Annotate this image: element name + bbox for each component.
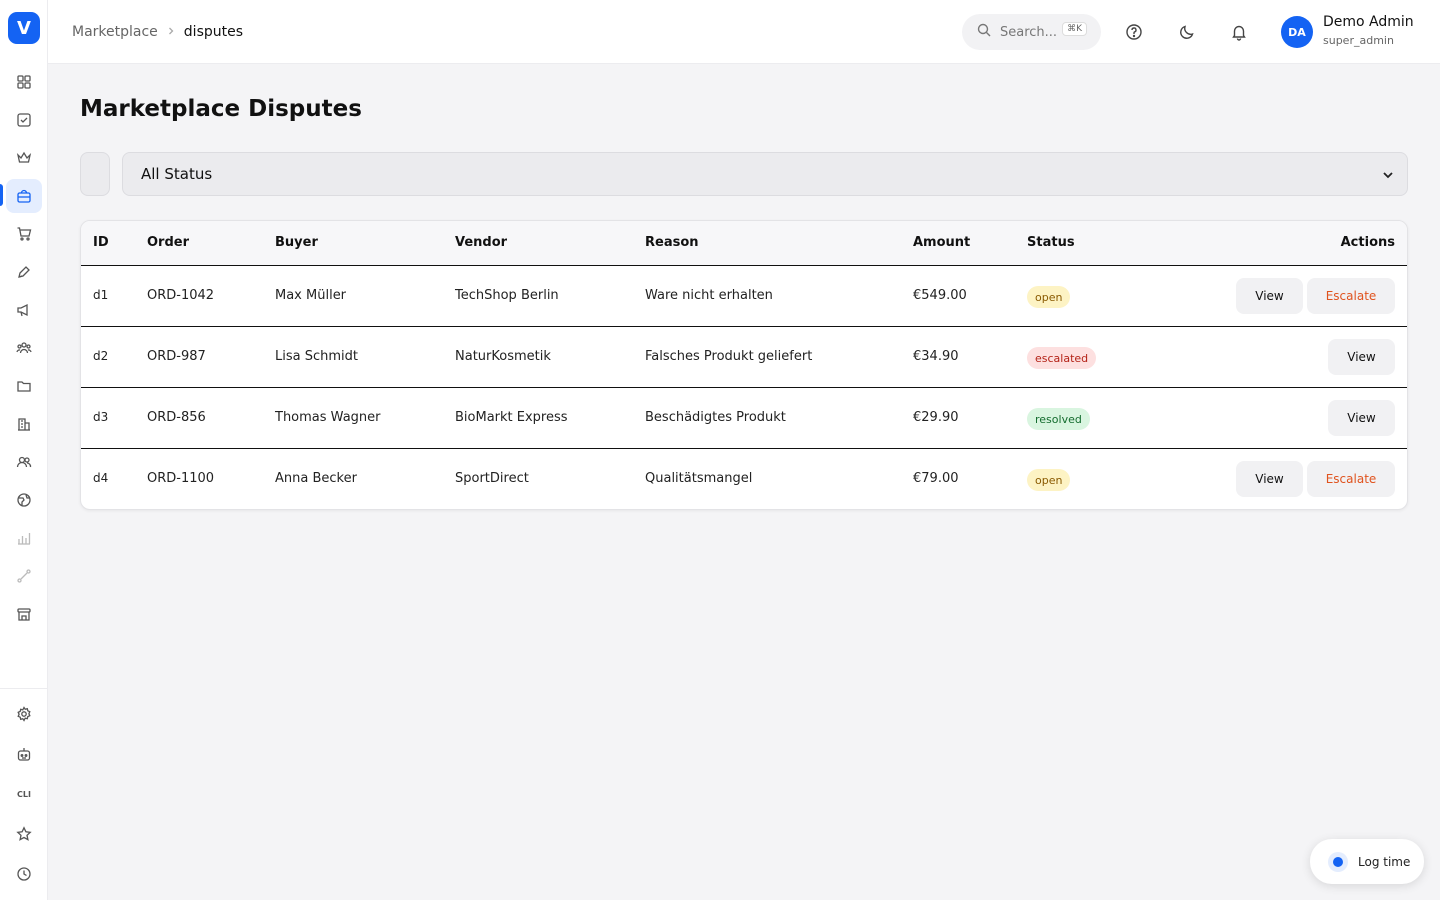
breadcrumb-current: disputes bbox=[183, 24, 244, 40]
search-placeholder: Search... bbox=[1000, 24, 1058, 40]
user-role: super_admin bbox=[1323, 34, 1394, 47]
clock-icon[interactable] bbox=[6, 857, 42, 891]
cell-order: ORD-987 bbox=[147, 349, 206, 364]
filter-toggle-button[interactable] bbox=[80, 152, 110, 196]
cell-amount: €34.90 bbox=[913, 349, 959, 364]
cell-reason: Falsches Produkt geliefert bbox=[645, 349, 813, 364]
cell-buyer: Anna Becker bbox=[275, 471, 357, 486]
cart-icon[interactable] bbox=[6, 217, 42, 251]
store-icon[interactable] bbox=[6, 597, 42, 631]
cell-reason: Beschädigtes Produkt bbox=[645, 410, 786, 425]
route-icon[interactable] bbox=[6, 559, 42, 593]
table-row: d1 ORD-1042 Max Müller TechShop Berlin W… bbox=[81, 266, 1407, 327]
status-badge: open bbox=[1027, 469, 1071, 491]
dashboard-icon[interactable] bbox=[6, 65, 42, 99]
cell-reason: Ware nicht erhalten bbox=[645, 288, 773, 303]
table-row: d2 ORD-987 Lisa Schmidt NaturKosmetik Fa… bbox=[81, 327, 1407, 388]
top-header: Marketplace disputes Search... ⌘K DA Dem… bbox=[48, 0, 1440, 64]
bot-icon[interactable] bbox=[6, 737, 42, 771]
bell-icon[interactable] bbox=[1227, 20, 1251, 44]
status-filter-value: All Status bbox=[141, 165, 213, 183]
cell-buyer: Thomas Wagner bbox=[275, 410, 381, 425]
status-badge: open bbox=[1027, 286, 1071, 308]
cell-vendor: TechShop Berlin bbox=[455, 288, 559, 303]
active-indicator bbox=[0, 184, 3, 206]
log-time-button[interactable]: Log time bbox=[1310, 839, 1424, 884]
table-row: d3 ORD-856 Thomas Wagner BioMarkt Expres… bbox=[81, 388, 1407, 449]
column-header-reason: Reason bbox=[645, 235, 699, 250]
cell-id: d2 bbox=[93, 349, 109, 363]
view-button[interactable]: View bbox=[1328, 339, 1395, 375]
chevron-right-icon bbox=[166, 25, 176, 39]
marketplace-icon[interactable] bbox=[6, 179, 42, 213]
column-header-status: Status bbox=[1027, 235, 1075, 250]
view-button[interactable]: View bbox=[1236, 278, 1303, 314]
app-logo[interactable]: V bbox=[8, 12, 40, 44]
folder-icon[interactable] bbox=[6, 369, 42, 403]
column-header-vendor: Vendor bbox=[455, 235, 508, 250]
escalate-button[interactable]: Escalate bbox=[1307, 278, 1395, 314]
column-header-amount: Amount bbox=[913, 235, 971, 250]
help-icon[interactable] bbox=[1122, 20, 1146, 44]
cell-order: ORD-856 bbox=[147, 410, 206, 425]
view-button[interactable]: View bbox=[1236, 461, 1303, 497]
status-filter-select[interactable]: All Status bbox=[122, 152, 1408, 196]
star-icon[interactable] bbox=[6, 817, 42, 851]
cell-vendor: SportDirect bbox=[455, 471, 529, 486]
cell-id: d4 bbox=[93, 471, 109, 485]
cell-buyer: Max Müller bbox=[275, 288, 347, 303]
cli-label[interactable]: CLI bbox=[6, 777, 42, 811]
column-header-buyer: Buyer bbox=[275, 235, 318, 250]
team-icon[interactable] bbox=[6, 331, 42, 365]
cell-amount: €549.00 bbox=[913, 288, 967, 303]
cell-amount: €79.00 bbox=[913, 471, 959, 486]
column-header-actions: Actions bbox=[1340, 235, 1395, 250]
page-title: Marketplace Disputes bbox=[80, 96, 362, 122]
table-row: d4 ORD-1100 Anna Becker SportDirect Qual… bbox=[81, 449, 1407, 509]
column-header-order: Order bbox=[147, 235, 189, 250]
disputes-table: ID Order Buyer Vendor Reason Amount Stat… bbox=[80, 220, 1408, 510]
settings-icon[interactable] bbox=[6, 697, 42, 731]
cell-vendor: NaturKosmetik bbox=[455, 349, 551, 364]
cell-id: d1 bbox=[93, 288, 109, 302]
pen-icon[interactable] bbox=[6, 255, 42, 289]
building-icon[interactable] bbox=[6, 407, 42, 441]
sidebar: V CLI bbox=[0, 0, 48, 900]
cell-amount: €29.90 bbox=[913, 410, 959, 425]
cell-vendor: BioMarkt Express bbox=[455, 410, 568, 425]
globe-icon[interactable] bbox=[6, 483, 42, 517]
breadcrumb-marketplace[interactable]: Marketplace bbox=[72, 24, 158, 40]
search-shortcut: ⌘K bbox=[1062, 22, 1087, 36]
chevron-down-icon bbox=[1383, 172, 1393, 179]
avatar[interactable]: DA bbox=[1281, 16, 1313, 48]
cell-order: ORD-1042 bbox=[147, 288, 215, 303]
megaphone-icon[interactable] bbox=[6, 293, 42, 327]
user-name: Demo Admin bbox=[1323, 14, 1414, 30]
log-time-label: Log time bbox=[1358, 854, 1411, 869]
crown-icon[interactable] bbox=[6, 141, 42, 175]
cell-buyer: Lisa Schmidt bbox=[275, 349, 358, 364]
escalate-button[interactable]: Escalate bbox=[1307, 461, 1395, 497]
search-input[interactable]: Search... ⌘K bbox=[962, 14, 1101, 50]
cell-order: ORD-1100 bbox=[147, 471, 215, 486]
cell-reason: Qualitätsmangel bbox=[645, 471, 753, 486]
timer-icon bbox=[1328, 851, 1348, 872]
users-icon[interactable] bbox=[6, 445, 42, 479]
breadcrumb: Marketplace disputes bbox=[72, 0, 243, 64]
sidebar-divider bbox=[0, 688, 48, 689]
cell-id: d3 bbox=[93, 410, 109, 424]
table-header: ID Order Buyer Vendor Reason Amount Stat… bbox=[81, 221, 1407, 266]
search-icon bbox=[976, 22, 992, 42]
moon-icon[interactable] bbox=[1175, 20, 1199, 44]
view-button[interactable]: View bbox=[1328, 400, 1395, 436]
column-header-id: ID bbox=[93, 235, 109, 250]
analytics-icon[interactable] bbox=[6, 521, 42, 555]
status-badge: resolved bbox=[1027, 408, 1090, 430]
tasks-icon[interactable] bbox=[6, 103, 42, 137]
status-badge: escalated bbox=[1027, 347, 1097, 369]
